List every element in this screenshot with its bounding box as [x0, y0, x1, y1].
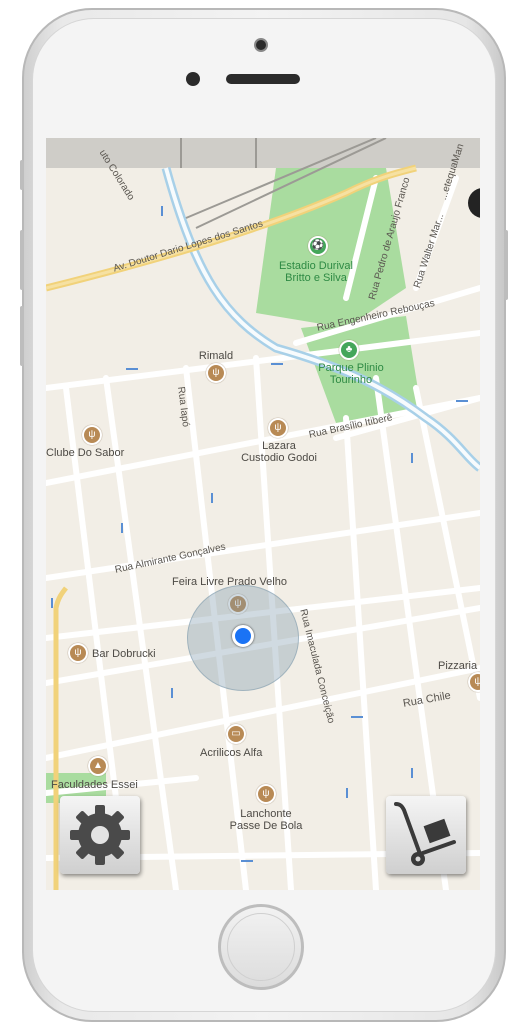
- park-icon[interactable]: ♣: [339, 340, 359, 360]
- school-icon[interactable]: ▲: [88, 756, 108, 776]
- place-label-faculdades: Faculdades Essei: [51, 779, 138, 791]
- place-label-pizzaria: Pizzaria: [438, 660, 478, 672]
- map-canvas: [46, 138, 480, 890]
- map-view[interactable]: uto Colorado Av. Doutor Dario Lopes dos …: [46, 138, 480, 890]
- place-label-lanchonte: Lanchonte Passe De Bola: [229, 808, 303, 832]
- restaurant-icon[interactable]: ψ: [206, 363, 226, 383]
- earpiece-speaker: [226, 74, 300, 84]
- place-label-acrilicos: Acrilicos Alfa: [200, 747, 263, 759]
- place-label-parque: Parque Plinio Tourinho: [318, 362, 384, 386]
- place-label-clube: Clube Do Sabor: [46, 447, 125, 459]
- restaurant-icon[interactable]: ψ: [256, 784, 276, 804]
- volume-down-button: [20, 306, 24, 366]
- hand-truck-icon: [394, 802, 456, 866]
- gear-icon: [70, 805, 130, 865]
- front-camera: [254, 38, 268, 52]
- restaurant-icon[interactable]: ψ: [68, 643, 88, 663]
- stadium-icon[interactable]: ⚽: [308, 236, 328, 256]
- place-label-estadio: Estadio Durival Britto e Silva: [279, 260, 353, 284]
- place-label-lazara: Lazara Custodio Godoi: [241, 440, 317, 464]
- place-label-bar: Bar Dobrucki: [92, 648, 156, 660]
- power-button: [504, 230, 508, 300]
- restaurant-icon[interactable]: ψ: [268, 418, 288, 438]
- place-label-rimald: Rimald: [198, 350, 234, 362]
- delivery-button[interactable]: [386, 796, 466, 874]
- home-button[interactable]: [218, 904, 304, 990]
- settings-button[interactable]: [60, 796, 140, 874]
- shop-icon[interactable]: ▭: [226, 724, 246, 744]
- restaurant-icon[interactable]: ψ: [82, 425, 102, 445]
- current-location-dot[interactable]: [232, 625, 254, 647]
- volume-up-button: [20, 230, 24, 290]
- proximity-sensor: [186, 72, 200, 86]
- mute-switch: [20, 160, 24, 190]
